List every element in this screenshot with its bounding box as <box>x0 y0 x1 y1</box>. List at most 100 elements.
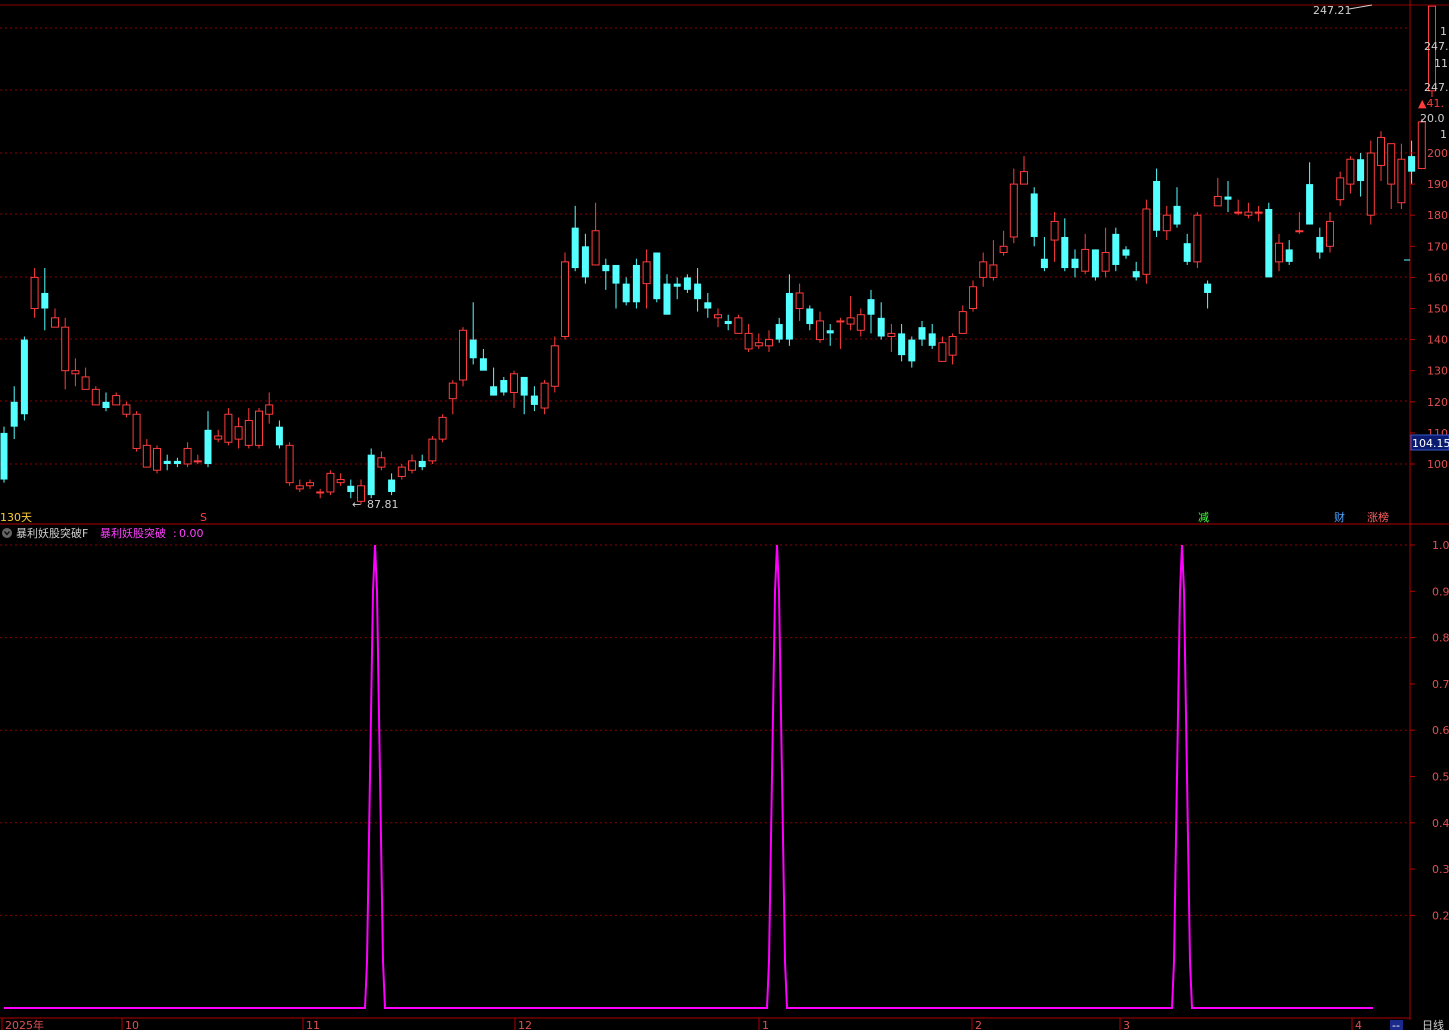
candle-body <box>10 401 18 427</box>
candle <box>540 380 549 415</box>
candle-body <box>826 330 834 334</box>
candle-body <box>275 426 283 446</box>
candle-body <box>673 283 681 287</box>
candle-body <box>490 386 498 396</box>
candle-body <box>714 314 722 319</box>
candle <box>1234 199 1243 216</box>
candle <box>602 258 610 290</box>
candle <box>816 311 824 343</box>
candle <box>122 401 131 418</box>
candle-body <box>642 261 651 285</box>
candle <box>10 386 18 440</box>
candle-body <box>806 308 814 325</box>
marker-limit[interactable]: 涨榜 <box>1367 510 1389 524</box>
candle <box>438 414 447 443</box>
candle <box>204 411 212 468</box>
candle <box>1408 140 1416 185</box>
candle <box>550 336 559 393</box>
candle <box>1173 187 1181 228</box>
candle-body <box>479 358 487 371</box>
candle-body <box>51 317 59 328</box>
candle <box>846 296 855 331</box>
candle-body <box>1153 180 1161 231</box>
candle <box>418 454 426 471</box>
right-axis-label: 11 <box>1434 57 1448 70</box>
candle <box>591 202 600 266</box>
candle-body <box>1377 136 1385 166</box>
candle-body <box>408 460 416 471</box>
indicator-tick-label: 0.2 <box>1432 909 1449 922</box>
candle <box>377 451 386 471</box>
candle-body <box>1071 258 1079 269</box>
collapse-icon[interactable] <box>2 528 12 538</box>
candle <box>163 454 171 471</box>
candle-body <box>112 395 121 406</box>
candle-body <box>81 376 90 390</box>
marker-fin[interactable]: 财 <box>1334 510 1345 524</box>
candle <box>193 454 202 464</box>
candle <box>683 274 691 293</box>
period-selector[interactable]: 日线 <box>1422 1018 1444 1030</box>
indicator-line[interactable] <box>4 544 1373 1009</box>
candle <box>989 240 998 281</box>
indicator-grid <box>0 544 1410 916</box>
date-tick-label: 1 <box>762 1019 769 1030</box>
indicator-name[interactable]: 暴利妖股突破F <box>16 526 88 540</box>
candle <box>51 308 59 328</box>
price-tick-label: 160 <box>1427 271 1448 284</box>
candle-body <box>224 413 233 443</box>
stock-chart[interactable]: 247.21 ← 87.81 130天 S 减 财 涨榜 247.11247.▲… <box>0 0 1449 1030</box>
candle <box>561 252 569 340</box>
candle <box>1061 218 1069 272</box>
candle <box>1213 177 1222 207</box>
candle <box>785 274 793 346</box>
candle <box>397 464 406 480</box>
candle <box>20 336 28 421</box>
candle-body <box>622 283 630 303</box>
candle-body <box>683 277 691 290</box>
candle-body <box>1397 158 1406 204</box>
candle <box>898 324 906 362</box>
right-axis-label: 1 <box>1440 128 1447 141</box>
candle <box>61 317 70 390</box>
candle <box>408 454 416 474</box>
candlestick-series[interactable] <box>0 5 1436 505</box>
candle <box>1101 227 1110 278</box>
candle <box>1142 199 1151 284</box>
candle-body <box>765 339 773 347</box>
candle-body <box>1357 159 1365 181</box>
candle <box>1071 249 1079 278</box>
price-tick-label: 200 <box>1427 147 1448 160</box>
candle-body <box>816 320 824 341</box>
candle-body <box>193 460 202 463</box>
candle-body <box>510 373 518 393</box>
price-tick-label: 130 <box>1427 365 1448 378</box>
candle-body <box>438 416 447 440</box>
price-tick-label: 190 <box>1427 178 1448 191</box>
candle <box>622 277 630 306</box>
price-axis: 200190180170160150140130120110100 <box>1410 147 1448 471</box>
candle-body <box>612 264 620 284</box>
candle <box>1050 212 1059 262</box>
indicator-tick-label: 0.9 <box>1432 585 1449 598</box>
candle <box>571 205 579 272</box>
candle <box>112 392 121 406</box>
candle <box>1417 118 1426 170</box>
candle <box>295 479 304 492</box>
candle <box>1275 233 1283 272</box>
candle <box>285 442 294 486</box>
candle-body <box>265 404 274 415</box>
candle <box>877 302 885 340</box>
candle-body <box>1040 258 1048 269</box>
candle <box>347 479 355 499</box>
candle <box>1346 156 1355 194</box>
candle-body <box>958 311 967 334</box>
date-tick-label: 2025年 <box>5 1018 44 1030</box>
candle-body <box>520 376 528 396</box>
marker-s[interactable]: S <box>200 511 207 524</box>
candle <box>71 358 80 387</box>
candle-body <box>234 426 243 440</box>
candle-body <box>1122 249 1130 256</box>
candle-body <box>694 283 702 300</box>
marker-reduce[interactable]: 减 <box>1198 511 1209 524</box>
